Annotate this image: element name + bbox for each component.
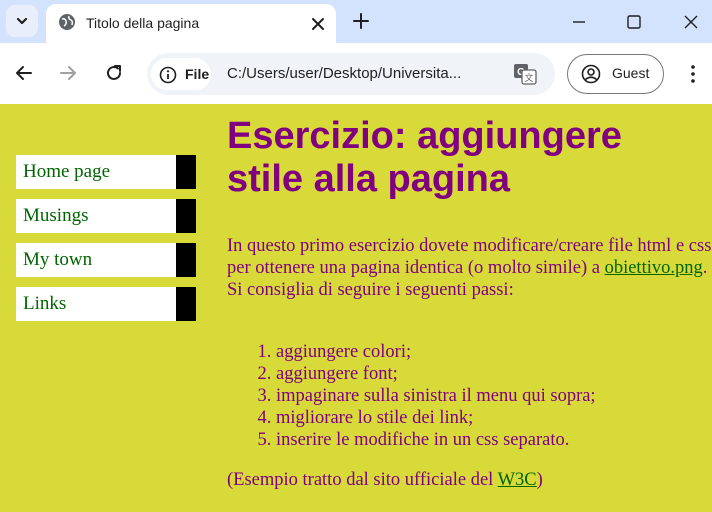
url-text[interactable]: C:/Users/user/Desktop/Universita...: [227, 65, 461, 82]
nav-item-label: Home page: [23, 161, 111, 182]
page-content: Home page Musings My town Links Esercizi…: [0, 104, 712, 512]
source-note-text: (Esempio tratto dal sito ufficiale del: [227, 470, 498, 490]
navbar: Home page Musings My town Links: [16, 155, 196, 331]
tab-title: Titolo della pagina: [86, 15, 200, 31]
nav-item-label: Musings: [23, 205, 89, 226]
w3c-link[interactable]: W3C: [498, 470, 537, 490]
steps-list: aggiungere colori; aggiungere font; impa…: [227, 341, 596, 451]
profile-label: Guest: [612, 65, 650, 81]
nav-item-my-town[interactable]: My town: [16, 243, 196, 277]
info-icon: [159, 66, 177, 84]
svg-text:文: 文: [524, 72, 533, 84]
nav-item-label: Links: [23, 293, 67, 314]
active-tab[interactable]: Titolo della pagina: [46, 4, 336, 43]
list-item: aggiungere colori;: [276, 341, 596, 363]
list-item: aggiungere font;: [276, 363, 596, 385]
nav-item-home-page[interactable]: Home page: [16, 155, 196, 189]
profile-button[interactable]: Guest: [567, 54, 664, 94]
list-item: migliorare lo stile dei link;: [276, 407, 596, 429]
close-icon[interactable]: [308, 14, 328, 34]
nav-item-label: My town: [23, 249, 93, 270]
source-note: (Esempio tratto dal sito ufficiale del W…: [227, 469, 543, 491]
nav-item-links[interactable]: Links: [16, 287, 196, 321]
nav-item-musings[interactable]: Musings: [16, 199, 196, 233]
reload-icon[interactable]: [103, 62, 125, 84]
maximize-icon[interactable]: [622, 10, 646, 34]
close-window-icon[interactable]: [679, 10, 703, 34]
globe-icon: [59, 14, 75, 30]
minimize-icon[interactable]: [567, 10, 591, 34]
page-heading: Esercizio: aggiungere stile alla pagina: [227, 115, 622, 200]
source-note-end: ): [536, 470, 543, 490]
browser-toolbar: File C:/Users/user/Desktop/Universita...…: [0, 43, 712, 104]
back-arrow-icon[interactable]: [13, 62, 35, 84]
list-item: inserire le modifiche in un css separato…: [276, 429, 596, 451]
intro-paragraph: In questo primo esercizio dovete modific…: [227, 235, 712, 301]
forward-arrow-icon[interactable]: [57, 62, 79, 84]
translate-icon[interactable]: G 文: [513, 63, 537, 85]
site-info-chip[interactable]: File: [151, 58, 211, 90]
tab-strip: Titolo della pagina: [0, 0, 712, 43]
address-bar[interactable]: File C:/Users/user/Desktop/Universita...…: [147, 53, 555, 95]
chip-label: File: [185, 66, 210, 82]
objective-link[interactable]: obiettivo.png: [605, 258, 703, 278]
chevron-down-icon: [16, 17, 28, 25]
person-icon: [581, 64, 601, 84]
tab-search-button[interactable]: [6, 5, 38, 37]
list-item: impaginare sulla sinistra il menu qui so…: [276, 385, 596, 407]
more-vert-icon[interactable]: [684, 64, 702, 84]
plus-icon[interactable]: [350, 10, 372, 32]
